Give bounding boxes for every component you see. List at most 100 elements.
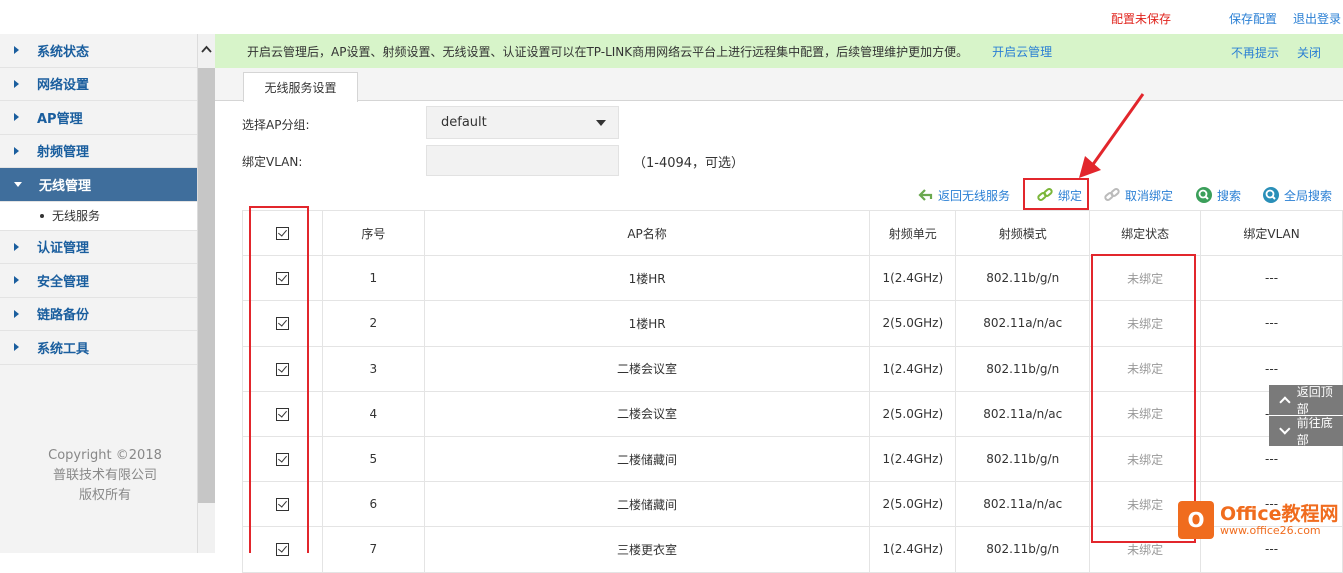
vlan-hint: （1-4094，可选） — [633, 152, 744, 171]
table-row[interactable]: 3二楼会议室1(2.4GHz)802.11b/g/n未绑定--- — [243, 346, 1343, 391]
save-config-link[interactable]: 保存配置 — [1229, 10, 1277, 27]
table-row[interactable]: 4二楼会议室2(5.0GHz)802.11a/n/ac未绑定--- — [243, 391, 1343, 436]
cell-no: 5 — [322, 436, 424, 481]
table-row[interactable]: 5二楼储藏间1(2.4GHz)802.11b/g/n未绑定--- — [243, 436, 1343, 481]
row-checkbox[interactable] — [276, 543, 289, 556]
vlan-label: 绑定VLAN: — [242, 153, 302, 170]
cell-radio-unit: 1(2.4GHz) — [870, 436, 956, 481]
scroll-up-icon[interactable] — [201, 44, 212, 55]
column-header-no: 序号 — [322, 211, 424, 256]
enable-cloud-link[interactable]: 开启云管理 — [992, 43, 1052, 60]
sidebar-scrollbar[interactable] — [198, 34, 215, 553]
annotation-arrow-icon — [1075, 90, 1150, 182]
row-checkbox[interactable] — [276, 272, 289, 285]
cell-no: 7 — [322, 527, 424, 572]
column-header-radio-unit: 射频单元 — [870, 211, 956, 256]
caret-right-icon — [14, 46, 19, 54]
row-checkbox[interactable] — [276, 363, 289, 376]
sidebar-item-label: 系统状态 — [37, 41, 89, 60]
row-checkbox[interactable] — [276, 408, 289, 421]
search-button[interactable]: 搜索 — [1195, 185, 1241, 205]
unbind-button[interactable]: 取消绑定 — [1103, 185, 1173, 205]
caret-right-icon — [14, 147, 19, 155]
row-select-cell[interactable] — [243, 346, 323, 391]
caret-right-icon — [14, 113, 19, 121]
sidebar-item-radio[interactable]: 射频管理 — [0, 135, 197, 169]
cell-radio-mode: 802.11b/g/n — [956, 256, 1090, 301]
cell-radio-mode: 802.11a/n/ac — [956, 301, 1090, 346]
chevron-up-icon — [1279, 396, 1290, 407]
cell-bind-status: 未绑定 — [1090, 301, 1201, 346]
bind-label: 绑定 — [1058, 187, 1082, 204]
back-to-top-button[interactable]: 返回顶部 — [1269, 385, 1343, 415]
cloud-notice-banner: 开启云管理后，AP设置、射频设置、无线设置、认证设置可以在TP-LINK商用网络… — [215, 34, 1343, 68]
bind-button[interactable]: 绑定 — [1036, 185, 1082, 205]
row-select-cell[interactable] — [243, 256, 323, 301]
row-select-cell[interactable] — [243, 301, 323, 346]
sidebar-subitem-wireless-service[interactable]: 无线服务 — [0, 202, 197, 231]
cell-ap-name: 二楼储藏间 — [424, 482, 870, 527]
table-row[interactable]: 21楼HR2(5.0GHz)802.11a/n/ac未绑定--- — [243, 301, 1343, 346]
sidebar-item-label: 认证管理 — [37, 237, 89, 256]
sidebar-item-network[interactable]: 网络设置 — [0, 68, 197, 102]
dismiss-link[interactable]: 不再提示 — [1231, 44, 1279, 61]
column-header-ap-name: AP名称 — [424, 211, 870, 256]
logout-link[interactable]: 退出登录 — [1293, 10, 1341, 27]
row-select-cell[interactable] — [243, 436, 323, 481]
caret-right-icon — [14, 343, 19, 351]
global-search-button[interactable]: 全局搜索 — [1262, 185, 1332, 205]
search-icon — [1195, 186, 1213, 204]
row-select-cell[interactable] — [243, 482, 323, 527]
row-select-cell[interactable] — [243, 391, 323, 436]
sidebar-item-system-status[interactable]: 系统状态 — [0, 34, 197, 68]
copyright-line: Copyright ©2018 — [0, 446, 210, 466]
table-row[interactable]: 11楼HR1(2.4GHz)802.11b/g/n未绑定--- — [243, 256, 1343, 301]
cell-bind-vlan: --- — [1201, 301, 1343, 346]
row-select-cell[interactable] — [243, 527, 323, 572]
sidebar-item-label: 射频管理 — [37, 141, 89, 160]
scrollbar-thumb[interactable] — [198, 68, 215, 503]
cell-ap-name: 1楼HR — [424, 256, 870, 301]
cell-radio-mode: 802.11b/g/n — [956, 527, 1090, 572]
column-header-bind-vlan: 绑定VLAN — [1201, 211, 1343, 256]
tab-wireless-service-settings[interactable]: 无线服务设置 — [243, 72, 358, 102]
back-arrow-icon — [918, 188, 934, 202]
unlink-icon — [1103, 187, 1121, 203]
select-all-cell[interactable] — [243, 211, 323, 256]
cell-radio-unit: 2(5.0GHz) — [870, 301, 956, 346]
cell-bind-status: 未绑定 — [1090, 436, 1201, 481]
sidebar-item-link-backup[interactable]: 链路备份 — [0, 298, 197, 332]
watermark-url: www.office26.com — [1220, 524, 1339, 537]
go-to-bottom-button[interactable]: 前往底部 — [1269, 416, 1343, 446]
row-checkbox[interactable] — [276, 498, 289, 511]
cell-bind-status: 未绑定 — [1090, 256, 1201, 301]
close-link[interactable]: 关闭 — [1297, 44, 1321, 61]
sidebar-item-security[interactable]: 安全管理 — [0, 264, 197, 298]
chevron-down-icon — [1279, 423, 1290, 434]
caret-right-icon — [14, 80, 19, 88]
sidebar-item-system-tools[interactable]: 系统工具 — [0, 331, 197, 365]
select-all-checkbox[interactable] — [276, 227, 289, 240]
cell-no: 6 — [322, 482, 424, 527]
unbind-label: 取消绑定 — [1125, 187, 1173, 204]
back-to-top-label: 返回顶部 — [1297, 383, 1343, 417]
vlan-input[interactable] — [426, 145, 619, 176]
cell-radio-mode: 802.11a/n/ac — [956, 482, 1090, 527]
row-checkbox[interactable] — [276, 317, 289, 330]
copyright-rights: 版权所有 — [0, 486, 210, 506]
cell-radio-mode: 802.11b/g/n — [956, 436, 1090, 481]
cell-ap-name: 二楼储藏间 — [424, 436, 870, 481]
sidebar-item-auth[interactable]: 认证管理 — [0, 231, 197, 265]
cell-radio-mode: 802.11a/n/ac — [956, 391, 1090, 436]
sidebar-item-label: 安全管理 — [37, 271, 89, 290]
row-checkbox[interactable] — [276, 453, 289, 466]
cell-no: 3 — [322, 346, 424, 391]
sidebar-item-wireless[interactable]: 无线管理 — [0, 168, 197, 202]
ap-group-select[interactable]: default — [426, 106, 619, 139]
cell-ap-name: 1楼HR — [424, 301, 870, 346]
top-bar: 配置未保存 保存配置 退出登录 — [0, 0, 1343, 34]
cell-ap-name: 二楼会议室 — [424, 391, 870, 436]
sidebar-item-ap[interactable]: AP管理 — [0, 101, 197, 135]
unsaved-indicator: 配置未保存 — [1111, 10, 1171, 27]
back-button[interactable]: 返回无线服务 — [918, 185, 1010, 205]
